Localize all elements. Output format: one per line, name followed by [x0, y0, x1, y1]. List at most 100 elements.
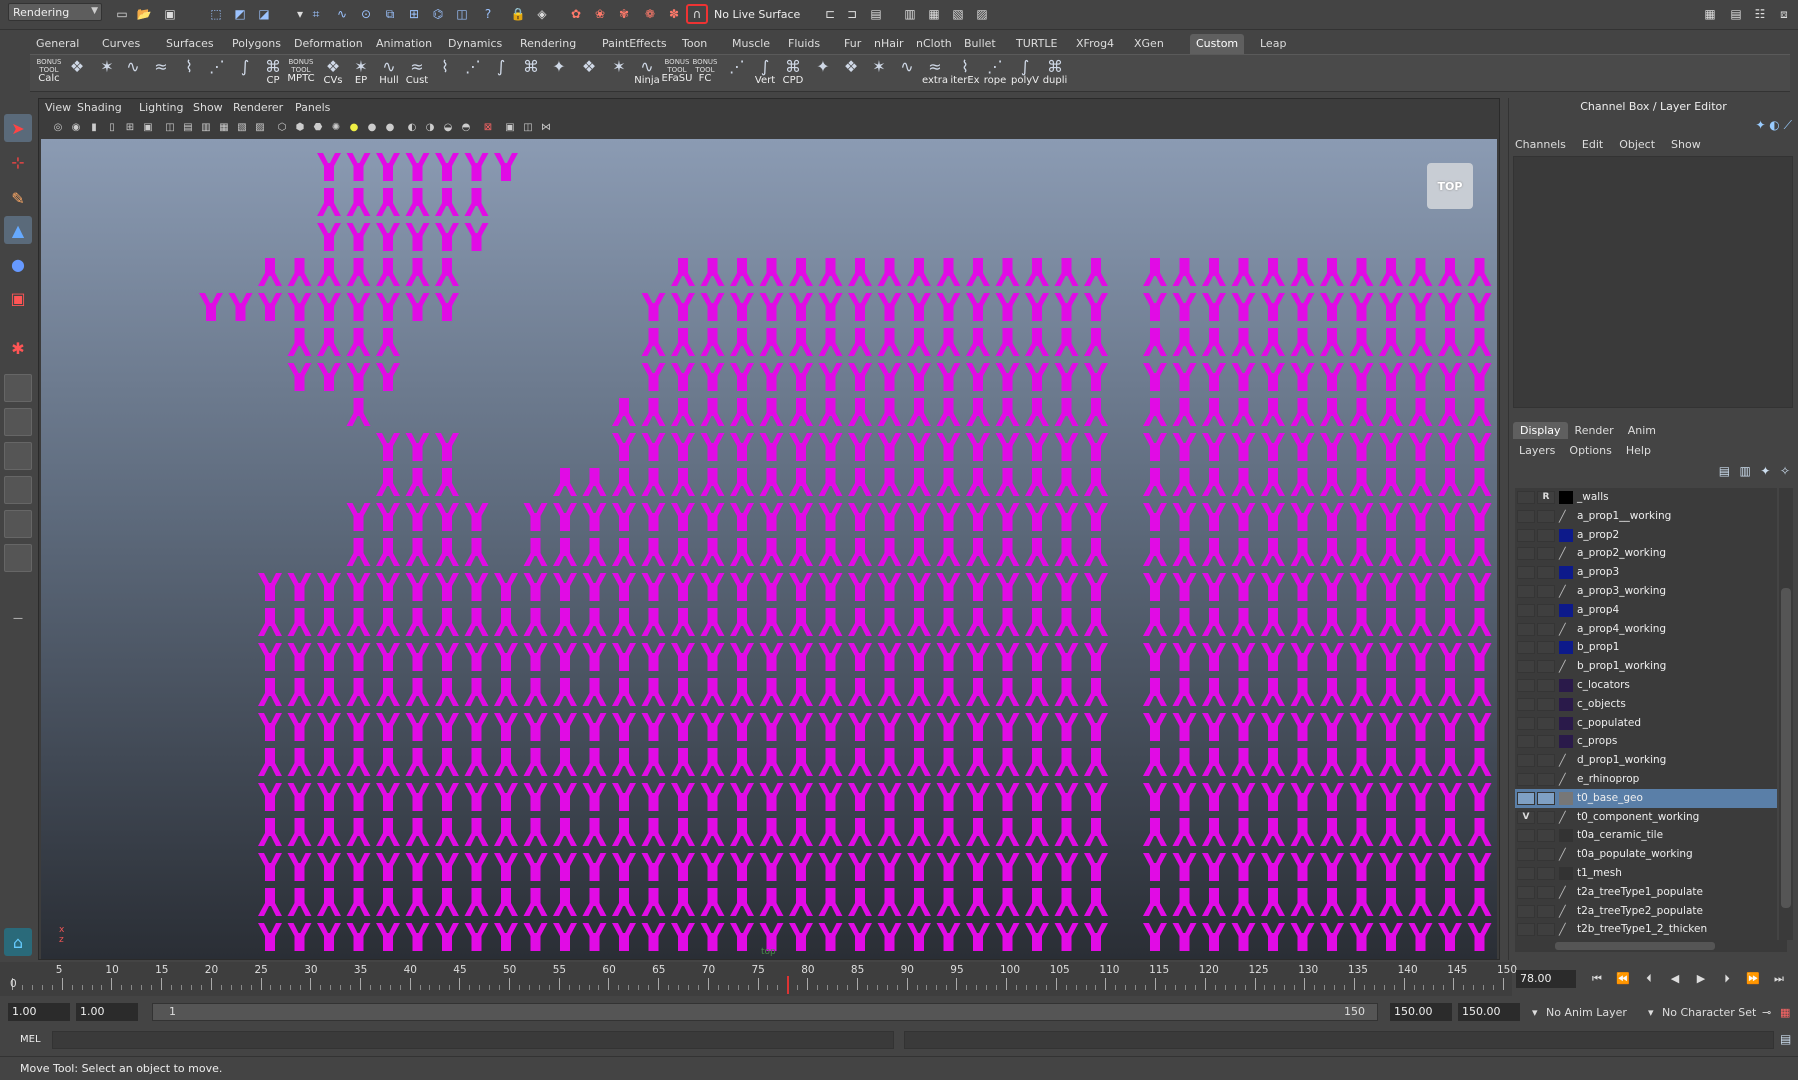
snap-live-icon[interactable]: ⊞ [404, 5, 424, 23]
textured-icon[interactable]: ⬣ [311, 120, 325, 134]
select-object-icon[interactable]: ◩ [230, 5, 250, 23]
move-tool-icon[interactable]: ▲ [4, 216, 32, 244]
shelf-tab-surfaces[interactable]: Surfaces [160, 34, 220, 54]
shelf-tool-icon[interactable]: ❖ [62, 58, 92, 90]
hypershade-layout-icon[interactable] [4, 510, 32, 538]
channel-box-icon[interactable]: ▧ [948, 5, 968, 23]
layer-playback-toggle[interactable] [1537, 697, 1555, 711]
shelf-tab-leap[interactable]: Leap [1254, 34, 1292, 54]
viewport-3d[interactable]: TOP xz top [41, 139, 1497, 959]
select-tool-icon[interactable]: ➤ [4, 114, 32, 142]
bonus-fc-icon[interactable]: BONUS TOOL FC [690, 58, 720, 90]
cust-icon[interactable]: ≈ Cust [402, 58, 432, 90]
shelf-tab-rendering[interactable]: Rendering [514, 34, 582, 54]
move-layer-down-icon[interactable]: ▥ [1740, 464, 1751, 478]
mel-label[interactable]: MEL [20, 1034, 41, 1045]
layer-visibility-toggle[interactable] [1517, 716, 1535, 730]
shelf-tab-ncloth[interactable]: nCloth [910, 34, 958, 54]
layer-visibility-toggle[interactable] [1517, 622, 1535, 636]
tool-j-icon[interactable]: ✶ [864, 58, 894, 90]
layer-menu-layers[interactable]: Layers [1519, 444, 1555, 457]
layer-visibility-toggle[interactable] [1517, 566, 1535, 580]
single-perspective-layout-icon[interactable] [4, 374, 32, 402]
hypershade-icon[interactable]: ❁ [640, 5, 660, 23]
layer-editor-icon[interactable]: ▨ [972, 5, 992, 23]
layer-row[interactable]: b_prop1 [1515, 638, 1777, 657]
shelf-tab-deformation[interactable]: Deformation [288, 34, 369, 54]
layer-visibility-toggle[interactable] [1517, 904, 1535, 918]
time-slider[interactable]: 0 5 10 15 20 25 30 35 40 45 50 55 60 65 70 75 80 85 90 95 10… [0, 962, 1517, 996]
shelf-tab-custom[interactable]: Custom [1190, 34, 1245, 54]
layer-reference-icon[interactable]: ╱ [1559, 660, 1573, 673]
layer-playback-toggle[interactable] [1537, 904, 1555, 918]
tool-e-icon[interactable]: ✦ [544, 58, 574, 90]
panel-menu-lighting[interactable]: Lighting [139, 101, 183, 114]
tool-g-icon[interactable]: ✶ [604, 58, 634, 90]
bonus-mptc-icon[interactable]: BONUS TOOL MPTC [286, 58, 316, 90]
construction-history-icon[interactable]: ◫ [452, 5, 472, 23]
image-plane-icon[interactable]: ▯ [105, 120, 119, 134]
snap-curve-icon[interactable]: ∿ [332, 5, 352, 23]
shelf-tab-xfrog4[interactable]: XFrog4 [1070, 34, 1120, 54]
film-gate-icon[interactable]: ▣ [141, 120, 155, 134]
default-light-icon[interactable]: ● [347, 120, 361, 134]
hull-icon[interactable]: ∿ Hull [374, 58, 404, 90]
vert-icon[interactable]: ∫ Vert [750, 58, 780, 90]
shelf-tab-muscle[interactable]: Muscle [726, 34, 776, 54]
step-back-frame-icon[interactable]: ⏴ [1638, 972, 1660, 988]
channel-box-menu-show[interactable]: Show [1671, 138, 1701, 151]
command-input[interactable] [52, 1031, 894, 1049]
new-empty-layer-icon[interactable]: ✦ [1760, 464, 1770, 478]
paint-select-tool-icon[interactable]: ✎ [4, 184, 32, 212]
layer-playback-toggle[interactable] [1537, 848, 1555, 862]
tool-settings-icon[interactable]: ▦ [924, 5, 944, 23]
shelf-tab-polygons[interactable]: Polygons [226, 34, 287, 54]
hud-icon[interactable]: ▣ [503, 120, 517, 134]
shelf-tab-dynamics[interactable]: Dynamics [442, 34, 508, 54]
open-scene-icon[interactable]: 📂 [134, 5, 154, 23]
layer-playback-toggle[interactable] [1537, 735, 1555, 749]
script-editor-icon[interactable]: ▤ [1780, 1032, 1791, 1046]
move-layer-up-icon[interactable]: ▤ [1719, 464, 1730, 478]
layer-reference-icon[interactable]: ╱ [1559, 773, 1573, 786]
key-icon[interactable]: ⊸ [1762, 1006, 1771, 1019]
layer-playback-toggle[interactable] [1537, 603, 1555, 617]
snap-grid-icon[interactable]: ⌗ [306, 5, 326, 23]
panel-menu-show[interactable]: Show [193, 101, 223, 114]
snap-point-icon[interactable]: ⊙ [356, 5, 376, 23]
curve3-icon[interactable]: ⌇ [174, 58, 204, 90]
layer-row[interactable]: c_locators [1515, 676, 1777, 695]
select-hierarchy-icon[interactable]: ⬚ [206, 5, 226, 23]
current-frame-field[interactable]: 78.00 [1516, 970, 1576, 988]
layer-tab-render[interactable]: Render [1568, 422, 1621, 439]
layer-playback-toggle[interactable] [1537, 754, 1555, 768]
layer-visibility-toggle[interactable] [1517, 528, 1535, 542]
go-to-start-icon[interactable]: ⏮ [1586, 972, 1608, 988]
panel-menu-renderer[interactable]: Renderer [233, 101, 283, 114]
curve2-icon[interactable]: ≈ [146, 58, 176, 90]
use-lights-icon[interactable]: ✺ [329, 120, 343, 134]
tile-pattern-geometry[interactable] [41, 139, 1497, 959]
new-scene-icon[interactable]: ▭ [112, 5, 132, 23]
tool-a-icon[interactable]: ⌇ [430, 58, 460, 90]
layer-visibility-toggle[interactable] [1517, 829, 1535, 843]
layer-playback-toggle[interactable] [1537, 791, 1555, 805]
channel-box-menu-channels[interactable]: Channels [1515, 138, 1566, 151]
layer-playback-toggle[interactable] [1537, 923, 1555, 937]
layer-color-swatch[interactable] [1559, 735, 1573, 749]
layer-visibility-toggle[interactable]: V [1517, 810, 1535, 824]
render-region-icon[interactable]: ◈ [532, 5, 552, 23]
lasso-tool-icon[interactable]: ⊹ [4, 148, 32, 176]
panel-menu-view[interactable]: View [45, 101, 71, 114]
cvs-icon[interactable]: ❖ CVs [318, 58, 348, 90]
layer-visibility-toggle[interactable] [1517, 491, 1535, 504]
layer-reference-icon[interactable]: ╱ [1559, 848, 1573, 861]
ipr-render-icon[interactable]: ❀ [590, 5, 610, 23]
layer-playback-toggle[interactable] [1537, 547, 1555, 561]
xray-joints-icon[interactable]: ⊠ [481, 120, 495, 134]
layer-list-scrollbar[interactable] [1779, 488, 1793, 940]
cpd-icon[interactable]: ⌘ CPD [778, 58, 808, 90]
preferences-icon[interactable]: ▦ [1780, 1006, 1790, 1019]
tool-b-icon[interactable]: ⋰ [458, 58, 488, 90]
save-scene-icon[interactable]: ▣ [160, 5, 180, 23]
